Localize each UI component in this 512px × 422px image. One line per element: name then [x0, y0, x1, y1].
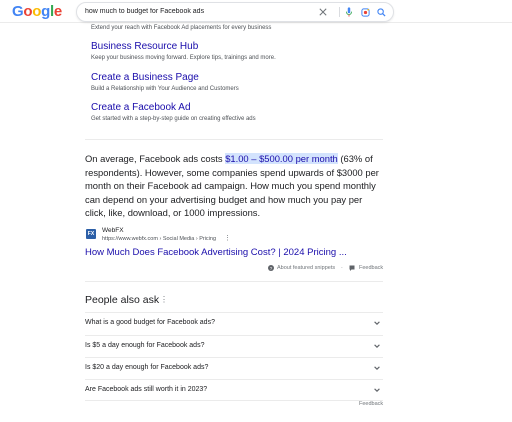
search-icon[interactable]: [375, 6, 387, 18]
about-snippets-label: About featured snippets: [277, 265, 336, 271]
chevron-down-icon: [374, 321, 380, 325]
about-featured-snippets[interactable]: ? About featured snippets: [268, 265, 335, 271]
sitelink-description: Build a Relationship with Your Audience …: [91, 86, 239, 92]
help-icon: ?: [268, 265, 274, 271]
paa-question[interactable]: Is $20 a day enough for Facebook ads?: [85, 358, 383, 380]
clear-icon[interactable]: [317, 6, 329, 18]
paa-question[interactable]: Is $5 a day enough for Facebook ads?: [85, 336, 383, 358]
logo-letter: o: [23, 3, 33, 20]
top-bar: Google: [0, 0, 512, 23]
paa-question-text: Is $20 a day enough for Facebook ads?: [85, 364, 209, 371]
sitelink-description: Extend your reach with Facebook Ad place…: [91, 25, 272, 31]
logo-letter: e: [53, 3, 62, 20]
people-also-ask-heading: People also ask: [85, 294, 160, 306]
search-box: [76, 2, 394, 22]
logo-letter: G: [12, 3, 24, 20]
paa-question-text: Are Facebook ads still worth it in 2023?: [85, 386, 208, 393]
lens-icon[interactable]: [359, 6, 371, 18]
paa-divider: [85, 400, 383, 401]
search-divider: [339, 7, 340, 17]
sitelink-description: Keep your business moving forward. Explo…: [91, 55, 276, 61]
google-logo[interactable]: Google: [12, 3, 62, 20]
search-input[interactable]: [85, 5, 305, 18]
feedback-icon: [349, 265, 355, 271]
paa-question[interactable]: What is a good budget for Facebook ads?: [85, 313, 383, 335]
sitelink-create-facebook-ad[interactable]: Create a Facebook Ad: [91, 102, 191, 113]
feedback-label: Feedback: [359, 265, 384, 271]
section-divider: [85, 139, 383, 140]
paa-question-text: What is a good budget for Facebook ads?: [85, 319, 215, 326]
microphone-icon[interactable]: [343, 6, 355, 18]
snippet-text-before: On average, Facebook ads costs: [85, 153, 226, 164]
snippet-highlight: $1.00 – $500.00 per month: [225, 153, 338, 164]
sitelink-create-business-page[interactable]: Create a Business Page: [91, 72, 199, 83]
source-name[interactable]: WebFX: [102, 227, 124, 234]
section-divider: [85, 281, 383, 282]
paa-question-text: Is $5 a day enough for Facebook ads?: [85, 342, 205, 349]
paa-options-icon[interactable]: ⋮: [160, 295, 168, 304]
chevron-down-icon: [374, 388, 380, 392]
result-title-link[interactable]: How Much Does Facebook Advertising Cost?…: [85, 247, 347, 258]
separator-dot: ·: [341, 265, 343, 271]
paa-question[interactable]: Are Facebook ads still worth it in 2023?: [85, 380, 383, 402]
meta-separator: ·: [341, 265, 343, 271]
source-url[interactable]: https://www.webfx.com › Social Media › P…: [102, 236, 216, 242]
paa-feedback-link[interactable]: Feedback: [359, 401, 383, 407]
more-options-icon[interactable]: ⋮: [224, 234, 231, 242]
featured-snippet-text: On average, Facebook ads costs $1.00 – $…: [85, 152, 385, 220]
sitelink-description: Get started with a step-by-step guide on…: [91, 116, 256, 122]
sitelink-business-resource-hub[interactable]: Business Resource Hub: [91, 41, 198, 52]
webfx-favicon[interactable]: FX: [86, 229, 96, 239]
chevron-down-icon: [374, 366, 380, 370]
logo-letter: g: [41, 3, 50, 20]
chevron-down-icon: [374, 344, 380, 348]
logo-letter: o: [32, 3, 42, 20]
snippet-feedback[interactable]: Feedback: [349, 265, 383, 271]
